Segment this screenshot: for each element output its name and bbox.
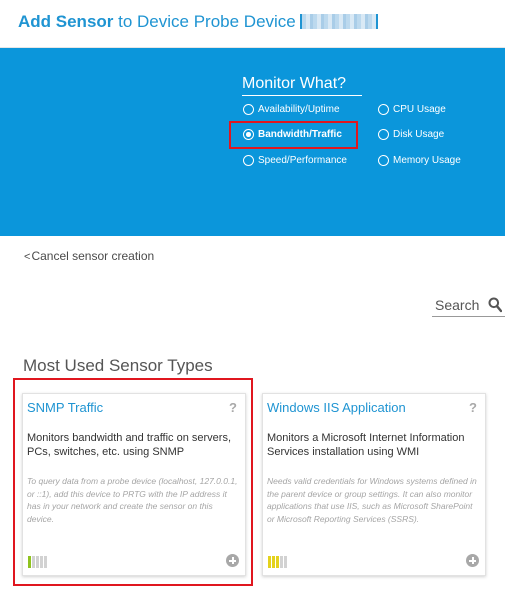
- sensor-card-snmp-traffic[interactable]: SNMP Traffic ? Monitors bandwidth and tr…: [22, 393, 246, 576]
- radio-label: Bandwidth/Traffic: [258, 129, 342, 140]
- performance-bar: [268, 556, 271, 568]
- monitor-what-panel: Monitor What? Availability/Uptime Bandwi…: [0, 48, 505, 236]
- performance-bar: [32, 556, 35, 568]
- radio-cpu-usage[interactable]: CPU Usage: [378, 104, 446, 115]
- search-input[interactable]: [432, 295, 489, 315]
- page-title-target: to Device Probe Device: [113, 12, 296, 31]
- radio-label: Speed/Performance: [258, 155, 347, 166]
- performance-bar: [36, 556, 39, 568]
- chevron-left-icon: <: [24, 251, 31, 263]
- radio-bandwidth-traffic[interactable]: Bandwidth/Traffic: [243, 129, 342, 140]
- help-icon[interactable]: ?: [469, 400, 477, 415]
- add-sensor-icon[interactable]: [466, 554, 479, 567]
- sensor-card-description: Monitors a Microsoft Internet Informatio…: [267, 432, 465, 458]
- radio-unchecked-icon: [243, 104, 254, 115]
- performance-bar: [40, 556, 43, 568]
- performance-bar: [284, 556, 287, 568]
- add-sensor-icon[interactable]: [226, 554, 239, 567]
- performance-bar: [276, 556, 279, 568]
- most-used-sensor-types-heading: Most Used Sensor Types: [23, 356, 213, 375]
- radio-unchecked-icon: [378, 104, 389, 115]
- cancel-label: Cancel sensor creation: [31, 249, 155, 263]
- performance-bar: [44, 556, 47, 568]
- radio-speed-performance[interactable]: Speed/Performance: [243, 155, 347, 166]
- sensor-search: [432, 295, 505, 317]
- radio-label: Memory Usage: [393, 155, 461, 166]
- help-icon[interactable]: ?: [229, 400, 237, 415]
- sensor-card-description: Monitors bandwidth and traffic on server…: [27, 432, 232, 458]
- page-title-action: Add Sensor: [18, 12, 114, 31]
- cancel-sensor-creation-link[interactable]: <Cancel sensor creation: [24, 249, 154, 263]
- performance-bar: [272, 556, 275, 568]
- performance-bar: [28, 556, 31, 568]
- radio-unchecked-icon: [378, 155, 389, 166]
- radio-checked-icon: [243, 129, 254, 140]
- radio-disk-usage[interactable]: Disk Usage: [378, 129, 444, 140]
- performance-bar: [280, 556, 283, 568]
- radio-label: Disk Usage: [393, 129, 445, 140]
- radio-availability-uptime[interactable]: Availability/Uptime: [243, 104, 340, 115]
- monitor-what-title: Monitor What?: [242, 75, 362, 96]
- radio-label: CPU Usage: [393, 104, 446, 115]
- radio-label: Availability/Uptime: [258, 104, 340, 115]
- radio-unchecked-icon: [243, 155, 254, 166]
- radio-unchecked-icon: [378, 129, 389, 140]
- sensor-card-title: SNMP Traffic: [27, 400, 104, 415]
- radio-memory-usage[interactable]: Memory Usage: [378, 155, 461, 166]
- sensor-card-note: To query data from a probe device (local…: [27, 476, 238, 524]
- page-title: Add Sensor to Device Probe Device: [18, 12, 378, 32]
- page-header: Add Sensor to Device Probe Device: [0, 0, 505, 48]
- performance-impact-meter: [268, 556, 288, 568]
- sensor-card-note: Needs valid credentials for Windows syst…: [267, 476, 477, 524]
- sensor-card-windows-iis-application[interactable]: Windows IIS Application ? Monitors a Mic…: [262, 393, 486, 576]
- search-icon[interactable]: [488, 297, 502, 313]
- sensor-card-title: Windows IIS Application: [267, 400, 406, 415]
- redacted-device-name: [299, 14, 378, 29]
- performance-impact-meter: [28, 556, 48, 568]
